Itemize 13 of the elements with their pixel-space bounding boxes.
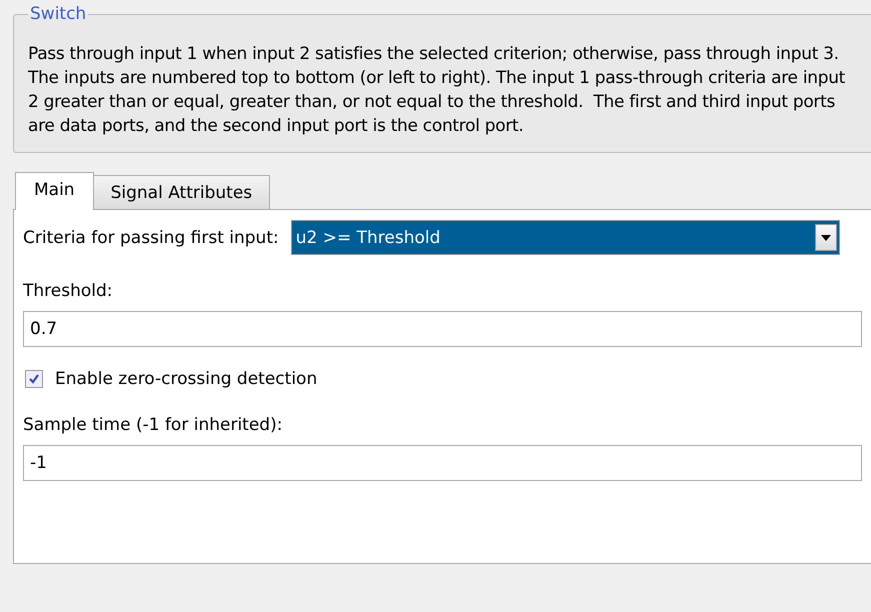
text-field[interactable]: 0.7 xyxy=(23,311,862,347)
tab[interactable]: Main xyxy=(15,172,94,210)
checkmark-icon xyxy=(28,373,40,385)
tab[interactable]: Signal Attributes xyxy=(92,175,270,209)
criteria-dropdown[interactable]: u2 >= Threshold xyxy=(290,220,840,255)
field-label: Criteria for passing first input: xyxy=(23,228,279,248)
checkbox[interactable] xyxy=(25,370,43,388)
checkbox-label: Enable zero-crossing detection xyxy=(55,369,318,389)
field-label: Sample time (-1 for inherited): xyxy=(23,415,284,435)
text-field[interactable]: -1 xyxy=(23,445,862,481)
field-label: Threshold: xyxy=(23,281,114,301)
description-text: Pass through input 1 when input 2 satisfies the selected criterion; otherwise, pass through input 3. The inputs are numbered top to bottom (or left to right). The input 1 pass-through criteria are input 2 greater than or equal, greater than, or not equal to the threshold. The first and third input ports are data ports, and the second input port is the control port. xyxy=(28,43,846,138)
group-title: Switch xyxy=(29,4,88,24)
